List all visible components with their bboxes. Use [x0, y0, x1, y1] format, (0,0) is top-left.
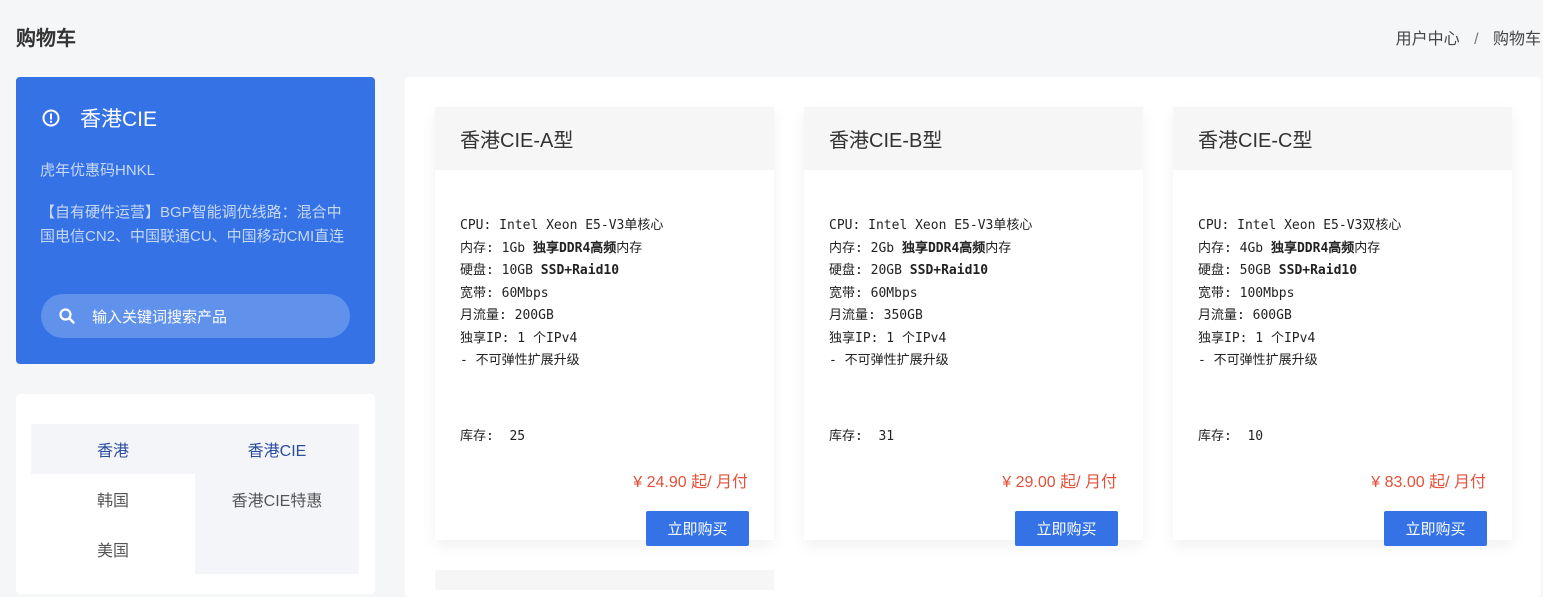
category-header: 香港CIE: [42, 103, 157, 133]
product-specs: CPU: Intel Xeon E5-V3单核心 内存: 2Gb 独享DDR4高…: [829, 215, 1032, 373]
spec-cpu: CPU: Intel Xeon E5-V3双核心: [1198, 218, 1402, 233]
spec-note: - 不可弹性扩展升级: [460, 353, 580, 368]
category-description: 【自有硬件运营】BGP智能调优线路：混合中国电信CN2、中国联通CU、中国移动C…: [40, 204, 345, 245]
product-specs: CPU: Intel Xeon E5-V3单核心 内存: 1Gb 独享DDR4高…: [460, 215, 663, 373]
buy-now-button[interactable]: 立即购买: [1015, 511, 1118, 546]
product-search-input[interactable]: 输入关键词搜索产品: [41, 294, 350, 338]
product-card: 香港CIE-C型 CPU: Intel Xeon E5-V3双核心 内存: 4G…: [1173, 107, 1512, 546]
buy-now-button[interactable]: 立即购买: [646, 511, 749, 546]
product-list: 香港CIE-A型 CPU: Intel Xeon E5-V3单核心 内存: 1G…: [405, 77, 1541, 597]
category-info-panel: 香港CIE 虎年优惠码HNKL 【自有硬件运营】BGP智能调优线路：混合中国电信…: [16, 77, 375, 364]
category-list: 香港 香港CIE 韩国 香港CIE特惠 美国: [16, 394, 375, 594]
spec-bandwidth: 宽带: 60Mbps: [829, 285, 918, 301]
page-title: 购物车: [16, 28, 76, 50]
product-price: ¥ 29.00 起/ 月付: [1002, 474, 1117, 491]
product-price: ¥ 83.00 起/ 月付: [1371, 474, 1486, 491]
stock-count: 库存: 25: [460, 429, 526, 444]
spec-disk: 硬盘: 10GB SSD+Raid10: [460, 263, 620, 278]
subcategory-hongkong-cie[interactable]: 香港CIE: [195, 424, 359, 474]
product-card: 香港CIE-A型 CPU: Intel Xeon E5-V3单核心 内存: 1G…: [435, 107, 774, 546]
stock-count: 库存: 31: [829, 429, 895, 444]
category-usa[interactable]: 美国: [31, 524, 195, 574]
product-price: ¥ 24.90 起/ 月付: [633, 474, 748, 491]
breadcrumb-cart: 购物车: [1492, 31, 1541, 48]
product-name: 香港CIE-A型: [435, 107, 774, 170]
product-name: 香港CIE-B型: [804, 107, 1143, 170]
category-name: 香港CIE: [80, 108, 158, 131]
coupon-text: 虎年优惠码HNKL: [40, 162, 156, 179]
spec-ip: 独享IP: 1 个IPv4: [1198, 330, 1316, 346]
buy-now-button[interactable]: 立即购买: [1384, 511, 1487, 546]
category-hongkong[interactable]: 香港: [31, 424, 195, 474]
subcategory-empty: [195, 524, 359, 574]
spec-traffic: 月流量: 350GB: [829, 308, 923, 323]
category-korea[interactable]: 韩国: [31, 474, 195, 524]
info-circle-icon: [42, 109, 60, 127]
product-card: 香港CIE-B型 CPU: Intel Xeon E5-V3单核心 内存: 2G…: [804, 107, 1143, 546]
spec-memory: 内存: 4Gb 独享DDR4高频内存: [1198, 240, 1381, 256]
product-specs: CPU: Intel Xeon E5-V3双核心 内存: 4Gb 独享DDR4高…: [1198, 215, 1401, 373]
spec-note: - 不可弹性扩展升级: [829, 353, 949, 368]
spec-traffic: 月流量: 200GB: [460, 308, 554, 323]
spec-disk: 硬盘: 20GB SSD+Raid10: [829, 263, 989, 278]
spec-ip: 独享IP: 1 个IPv4: [829, 330, 947, 346]
spec-disk: 硬盘: 50GB SSD+Raid10: [1198, 263, 1358, 278]
search-icon: [59, 308, 75, 324]
search-placeholder: 输入关键词搜索产品: [92, 308, 228, 326]
breadcrumb-user-center[interactable]: 用户中心: [1396, 31, 1460, 48]
spec-memory: 内存: 1Gb 独享DDR4高频内存: [460, 240, 643, 256]
subcategory-hongkong-cie-special[interactable]: 香港CIE特惠: [195, 474, 359, 524]
product-name: 香港CIE-C型: [1173, 107, 1512, 170]
spec-memory: 内存: 2Gb 独享DDR4高频内存: [829, 240, 1012, 256]
breadcrumb: 用户中心 / 购物车: [1396, 25, 1541, 49]
spec-ip: 独享IP: 1 个IPv4: [460, 330, 578, 346]
breadcrumb-separator: /: [1474, 31, 1479, 48]
spec-cpu: CPU: Intel Xeon E5-V3单核心: [829, 218, 1033, 233]
next-product-card-header: [435, 570, 774, 590]
spec-cpu: CPU: Intel Xeon E5-V3单核心: [460, 218, 664, 233]
spec-note: - 不可弹性扩展升级: [1198, 353, 1318, 368]
stock-count: 库存: 10: [1198, 429, 1264, 444]
spec-bandwidth: 宽带: 100Mbps: [1198, 285, 1295, 301]
spec-traffic: 月流量: 600GB: [1198, 308, 1292, 323]
spec-bandwidth: 宽带: 60Mbps: [460, 285, 549, 301]
